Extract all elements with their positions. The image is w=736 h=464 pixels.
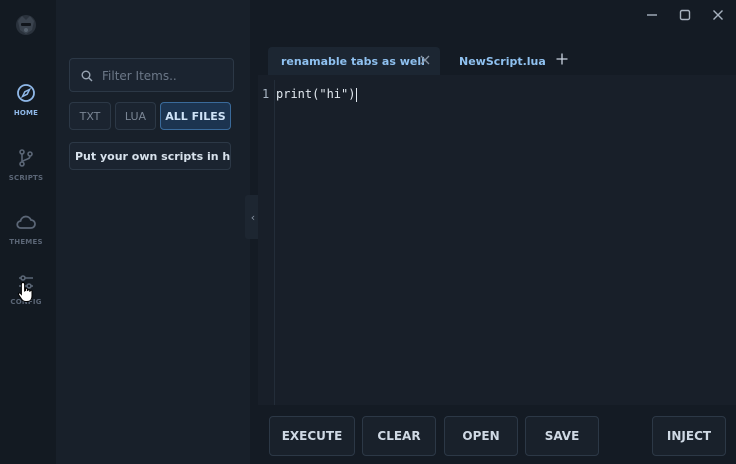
code-editor[interactable] xyxy=(258,75,736,405)
tab-renamable[interactable]: renamable tabs as well xyxy=(268,47,440,75)
line-number: 1 xyxy=(262,87,270,101)
sidebar-item-scripts[interactable]: SCRIPTS xyxy=(0,148,52,182)
close-window-icon[interactable] xyxy=(711,8,725,22)
sidebar-item-themes[interactable]: THEMES xyxy=(0,212,52,246)
filter-all-files-button[interactable]: ALL FILES xyxy=(160,102,231,130)
inject-button[interactable]: INJECT xyxy=(652,416,726,456)
execute-button[interactable]: EXECUTE xyxy=(269,416,355,456)
chevron-left-icon: ‹ xyxy=(250,210,256,224)
hand-pointer-icon xyxy=(17,281,33,302)
tab-label: NewScript.lua xyxy=(459,54,546,68)
tab-label: renamable tabs as well xyxy=(281,54,425,68)
filter-txt-button[interactable]: TXT xyxy=(69,102,111,130)
script-list-item[interactable]: Put your own scripts in here xyxy=(69,142,231,170)
code-line[interactable]: print("hi") xyxy=(276,87,358,102)
text-cursor xyxy=(356,87,358,102)
save-button[interactable]: SAVE xyxy=(525,416,599,456)
code-text: print("hi") xyxy=(276,87,356,101)
tab-newscript[interactable]: NewScript.lua xyxy=(459,47,546,75)
compass-icon xyxy=(17,84,35,102)
cloud-icon xyxy=(16,215,36,229)
close-tab-icon[interactable] xyxy=(419,54,431,66)
sidebar-item-home[interactable]: HOME xyxy=(0,83,52,117)
gutter-divider xyxy=(274,80,275,405)
minimize-icon[interactable] xyxy=(645,8,659,22)
sidebar-item-label: THEMES xyxy=(9,238,43,246)
filter-search-box[interactable] xyxy=(69,58,234,92)
sidebar-item-label: SCRIPTS xyxy=(8,174,44,182)
open-button[interactable]: OPEN xyxy=(444,416,518,456)
filter-lua-button[interactable]: LUA xyxy=(115,102,156,130)
add-tab-icon[interactable] xyxy=(555,52,569,66)
search-icon xyxy=(81,70,93,82)
maximize-icon[interactable] xyxy=(678,8,692,22)
sidebar-item-label: HOME xyxy=(13,109,39,117)
git-branch-icon xyxy=(19,149,33,167)
filter-search-input[interactable] xyxy=(102,66,227,86)
app-logo-icon xyxy=(16,15,36,35)
clear-button[interactable]: CLEAR xyxy=(362,416,436,456)
